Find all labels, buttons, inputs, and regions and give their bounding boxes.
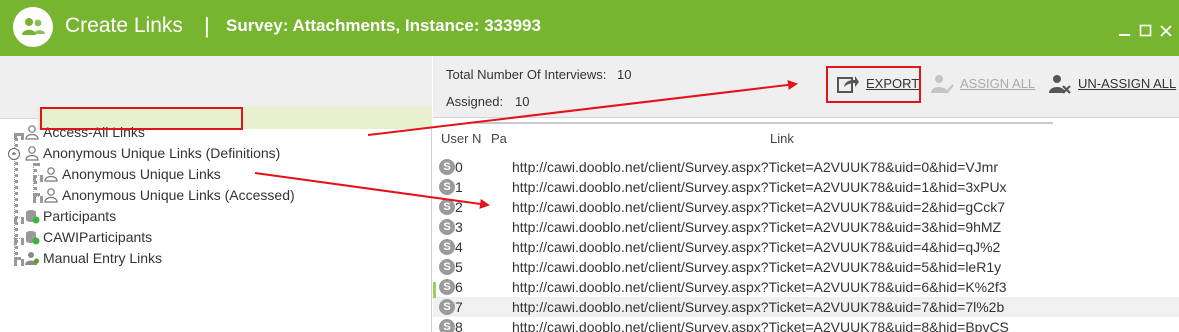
link-cell: http://cawi.dooblo.net/client/Survey.asp… — [512, 159, 998, 175]
tree-item-label: Participants — [43, 208, 117, 224]
link-cell: http://cawi.dooblo.net/client/Survey.asp… — [512, 179, 1007, 195]
user-outline-icon — [44, 167, 58, 182]
database-green-icon — [26, 210, 40, 224]
table-row[interactable]: S 3 http://cawi.dooblo.net/client/Survey… — [433, 217, 1179, 237]
total-interviews-value: 10 — [617, 67, 632, 82]
annotation-highlight-box — [40, 107, 243, 130]
user-outline-icon — [44, 188, 58, 203]
minimize-icon[interactable] — [1117, 23, 1133, 39]
link-cell: http://cawi.dooblo.net/client/Survey.asp… — [512, 219, 1002, 235]
user-number: 8 — [455, 319, 463, 332]
assign-all-button[interactable]: ASSIGN ALL — [930, 72, 1035, 96]
user-check-icon — [931, 75, 954, 94]
user-number: 4 — [455, 239, 463, 255]
tree-item-label: Anonymous Unique Links (Accessed) — [62, 187, 295, 203]
table-row[interactable]: S 1 http://cawi.dooblo.net/client/Survey… — [433, 177, 1179, 197]
status-s-icon: S — [439, 239, 455, 255]
user-remove-icon — [1049, 75, 1071, 94]
user-number: 0 — [455, 159, 463, 175]
title-separator: | — [204, 13, 210, 38]
maximize-icon[interactable] — [1138, 23, 1154, 39]
link-cell: http://cawi.dooblo.net/client/Survey.asp… — [512, 239, 1001, 255]
link-cell: http://cawi.dooblo.net/client/Survey.asp… — [512, 199, 1006, 215]
table-row[interactable]: S 4 http://cawi.dooblo.net/client/Survey… — [433, 237, 1179, 257]
status-s-icon: S — [439, 259, 455, 275]
status-s-icon: S — [439, 219, 455, 235]
status-s-icon: S — [439, 179, 455, 195]
current-row-marker — [433, 282, 436, 298]
annotation-highlight-box — [826, 66, 921, 103]
column-header-pa[interactable]: Pa — [491, 131, 507, 146]
total-interviews-label: Total Number Of Interviews: — [446, 67, 607, 82]
link-cell: http://cawi.dooblo.net/client/Survey.asp… — [512, 259, 1002, 275]
app-logo-icon — [13, 7, 53, 47]
tree-connector — [14, 238, 24, 242]
tree-item-label: CAWIParticipants — [43, 229, 153, 245]
user-number: 7 — [455, 299, 463, 315]
status-s-icon: S — [439, 199, 455, 215]
tree-connector — [33, 163, 37, 196]
tree-expander-icon[interactable] — [8, 148, 20, 160]
status-s-icon: S — [439, 159, 455, 175]
column-header-user-number[interactable]: User N — [441, 131, 481, 146]
grid-header: User N Pa Link — [433, 123, 1179, 151]
tree-connector — [14, 217, 24, 221]
column-header-link[interactable]: Link — [770, 131, 794, 146]
table-row[interactable]: S 2 http://cawi.dooblo.net/client/Survey… — [433, 197, 1179, 217]
link-cell: http://cawi.dooblo.net/client/Survey.asp… — [512, 319, 1009, 332]
status-s-icon: S — [439, 319, 455, 332]
window-title: Create Links — [65, 14, 183, 37]
user-number: 6 — [455, 279, 463, 295]
table-row[interactable]: S 5 http://cawi.dooblo.net/client/Survey… — [433, 257, 1179, 277]
window-subtitle: Survey: Attachments, Instance: 333993 — [226, 16, 541, 35]
user-number: 1 — [455, 179, 463, 195]
unassign-all-button[interactable]: UN-ASSIGN ALL — [1048, 72, 1176, 96]
table-row[interactable]: S 8 http://cawi.dooblo.net/client/Survey… — [433, 317, 1179, 332]
table-row[interactable]: S 6 http://cawi.dooblo.net/client/Survey… — [433, 277, 1179, 297]
tree-connector — [14, 133, 24, 137]
tree-connector — [14, 259, 24, 263]
tree-item-label: Anonymous Unique Links (Definitions) — [43, 145, 281, 161]
user-number: 3 — [455, 219, 463, 235]
database-green-icon — [26, 231, 40, 245]
users-gear-icon — [25, 252, 40, 265]
user-number: 5 — [455, 259, 463, 275]
user-outline-icon — [25, 125, 39, 140]
status-s-icon: S — [439, 279, 455, 295]
user-outline-icon — [25, 146, 39, 161]
status-s-icon: S — [439, 299, 455, 315]
toolbar: Total Number Of Interviews: 10 Assigned:… — [433, 56, 1179, 118]
link-cell: http://cawi.dooblo.net/client/Survey.asp… — [512, 279, 1007, 295]
table-row-selected[interactable]: S 7 http://cawi.dooblo.net/client/Survey… — [433, 297, 1179, 317]
tree-item-label: Manual Entry Links — [43, 250, 163, 266]
assigned-label: Assigned: — [446, 94, 504, 109]
links-pane: Total Number Of Interviews: 10 Assigned:… — [433, 56, 1179, 332]
assigned-value: 10 — [515, 94, 530, 109]
tree-connector — [33, 196, 43, 200]
title-bar: Create Links | Survey: Attachments, Inst… — [0, 0, 1179, 56]
tree-item-label: Anonymous Unique Links — [62, 166, 221, 182]
link-cell: http://cawi.dooblo.net/client/Survey.asp… — [512, 299, 1005, 315]
tree-connector — [33, 175, 43, 179]
close-icon[interactable] — [1158, 23, 1174, 39]
table-row[interactable]: S 0 http://cawi.dooblo.net/client/Survey… — [433, 157, 1179, 177]
user-number: 2 — [455, 199, 463, 215]
